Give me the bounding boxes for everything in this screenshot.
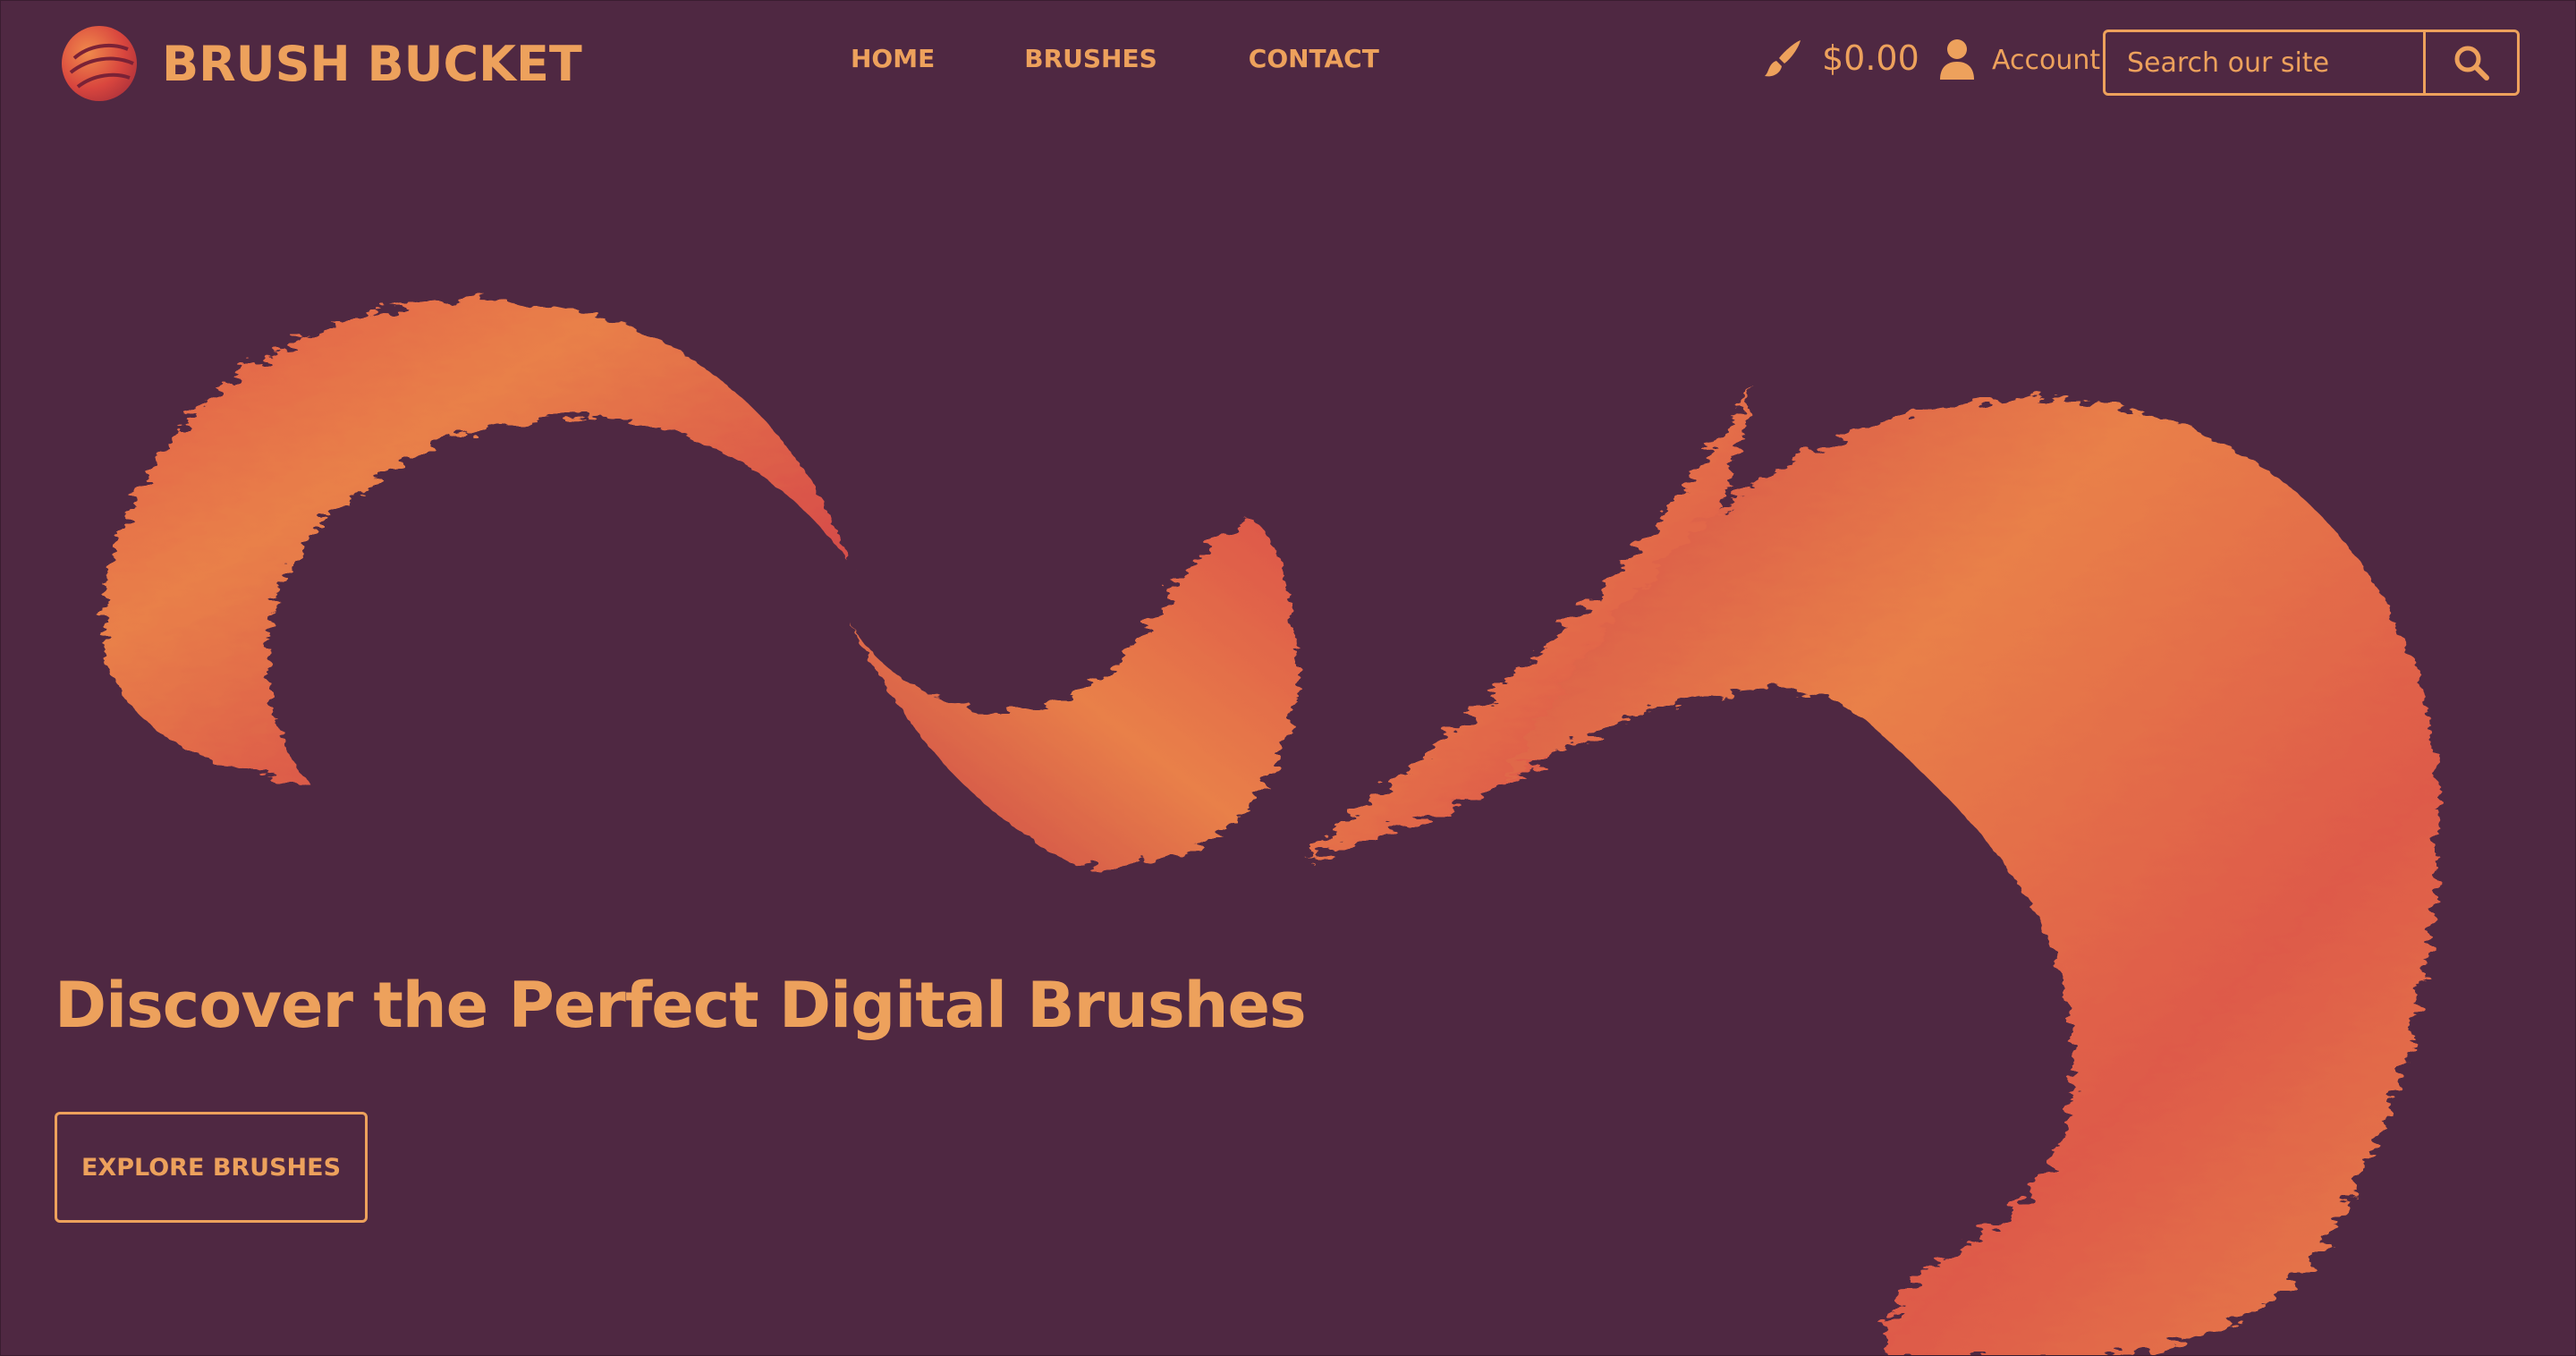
nav-item-home[interactable]: HOME	[851, 44, 935, 73]
cart-link[interactable]: $0.00	[1761, 37, 1919, 80]
main-nav: HOME BRUSHES CONTACT	[851, 44, 1379, 73]
brush-stroke-middle	[851, 520, 1299, 869]
nav-item-brushes[interactable]: BRUSHES	[1024, 44, 1157, 73]
cart-total: $0.00	[1822, 38, 1919, 78]
search-input[interactable]	[2106, 32, 2423, 93]
hero-title: Discover the Perfect Digital Brushes	[55, 969, 1307, 1042]
nav-item-contact[interactable]: CONTACT	[1249, 44, 1379, 73]
user-icon	[1940, 39, 1974, 80]
explore-brushes-button[interactable]: EXPLORE BRUSHES	[55, 1112, 368, 1223]
site-header: BRUSH BUCKET HOME BRUSHES CONTACT $0.00 …	[1, 1, 2575, 126]
search-button[interactable]	[2423, 32, 2517, 93]
search-icon	[2454, 46, 2489, 81]
brand-logo[interactable]: BRUSH BUCKET	[58, 22, 582, 105]
search-form	[2103, 30, 2520, 96]
brush-icon	[1765, 40, 1801, 77]
account-link[interactable]: Account	[1938, 38, 2100, 81]
brand-name: BRUSH BUCKET	[162, 35, 582, 92]
page: BRUSH BUCKET HOME BRUSHES CONTACT $0.00 …	[0, 0, 2576, 1356]
account-label: Account	[1992, 44, 2101, 76]
brush-stroke-left	[103, 299, 851, 784]
hero-brush-strokes-art	[103, 299, 2438, 1355]
paint-ball-logo-icon	[62, 26, 137, 101]
